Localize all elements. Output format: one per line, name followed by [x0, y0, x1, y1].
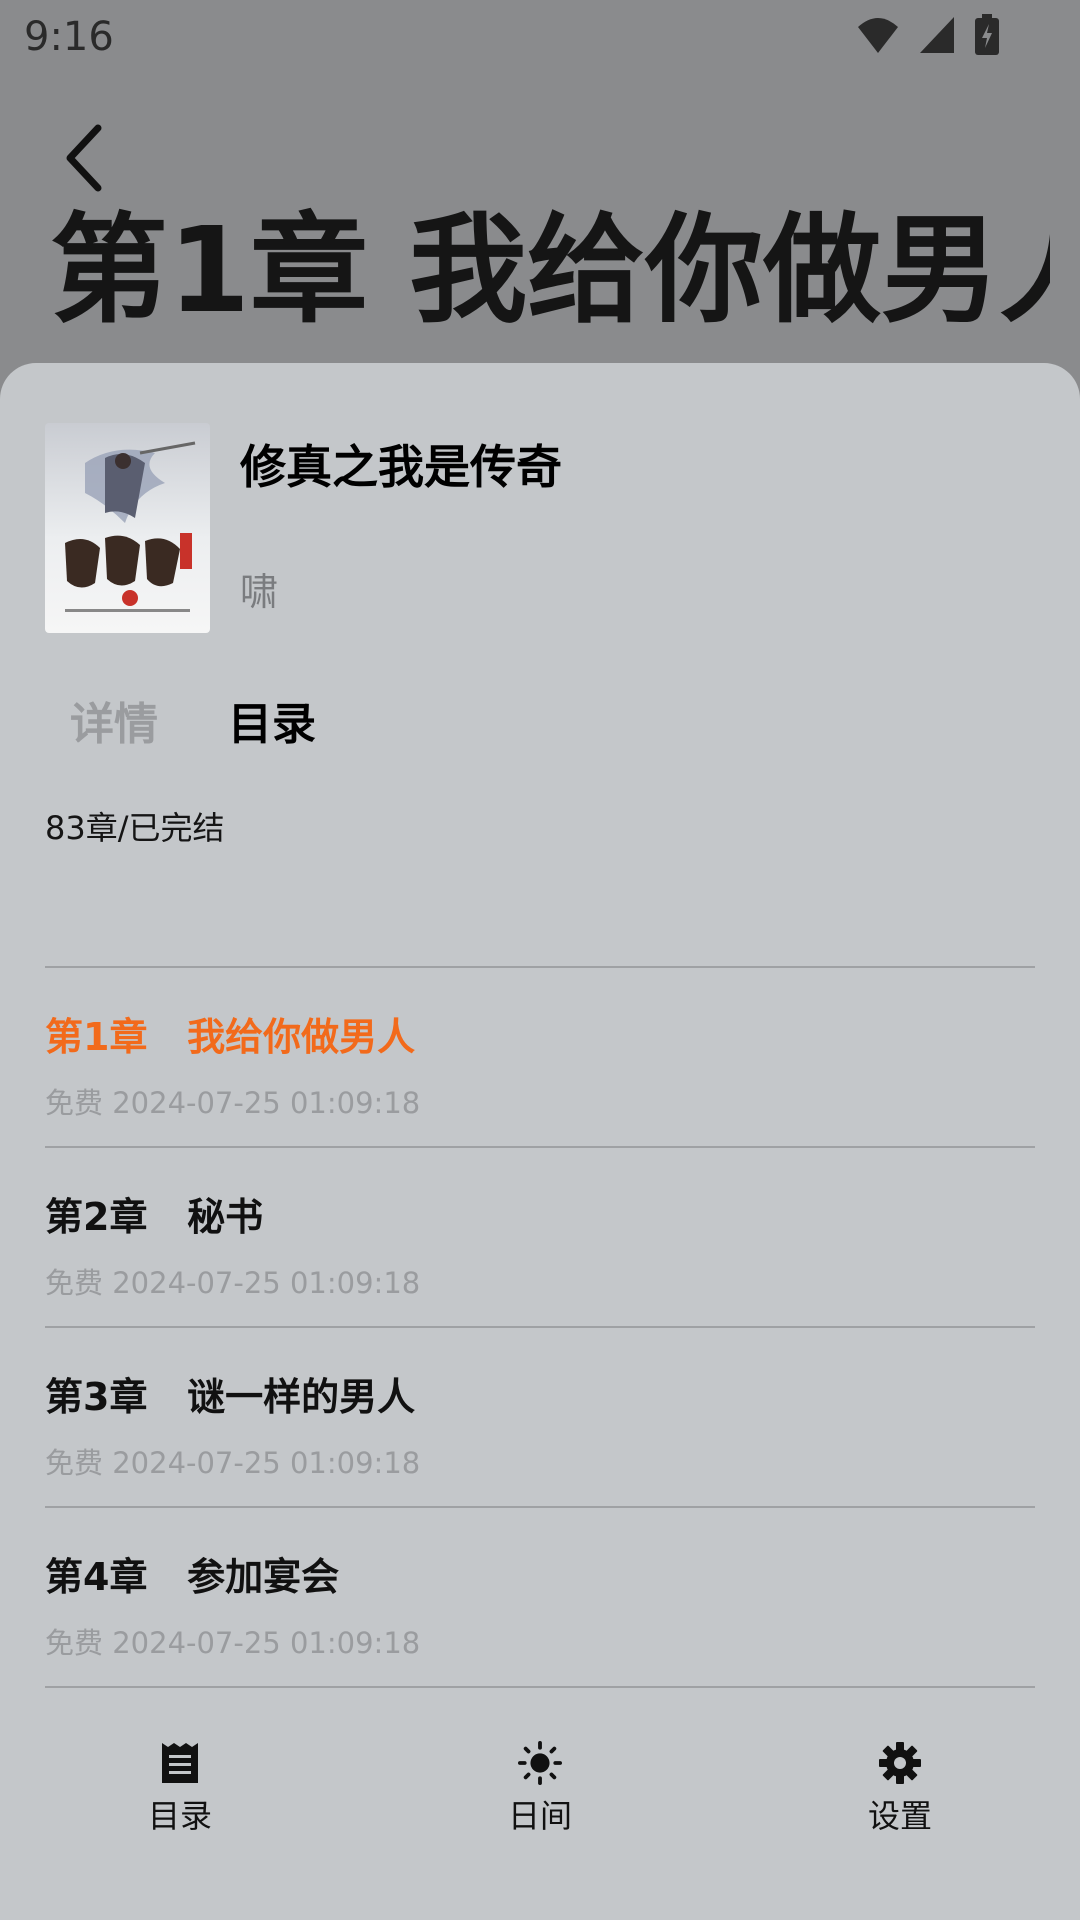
tab-toc[interactable]: 目录	[228, 688, 316, 752]
back-arrow-icon[interactable]	[56, 118, 116, 198]
gear-icon	[879, 1742, 921, 1784]
chapter-title: 第4章 参加宴会	[45, 1555, 340, 1599]
chapter-item[interactable]: 第2章 秘书 免费 2024-07-25 01:09:18	[45, 1146, 1035, 1326]
nav-toc-button[interactable]: 目录	[80, 1741, 280, 1837]
chapter-meta: 免费 2024-07-25 01:09:18	[45, 1086, 421, 1120]
chapter-item[interactable]: 第3章 谜一样的男人 免费 2024-07-25 01:09:18	[45, 1326, 1035, 1506]
bottom-nav: 目录 日间 设置	[0, 1741, 1080, 1861]
chapter-count: 83章/已完结	[45, 809, 225, 847]
book-title: 修真之我是传奇	[240, 440, 562, 494]
book-author: 啸	[240, 570, 279, 614]
chapter-list: 第1章 我给你做男人 免费 2024-07-25 01:09:18 第2章 秘书…	[45, 966, 1035, 1688]
chapter-meta: 免费 2024-07-25 01:09:18	[45, 1266, 421, 1300]
status-icons	[856, 14, 1000, 56]
toc-icon	[162, 1743, 198, 1783]
wifi-icon	[858, 18, 898, 53]
sheet-tabs: 详情 目录	[70, 688, 316, 752]
cell-signal-icon	[920, 17, 954, 53]
chapter-meta: 免费 2024-07-25 01:09:18	[45, 1446, 421, 1480]
nav-settings-button[interactable]: 设置	[800, 1741, 1000, 1837]
nav-daymode-label: 日间	[507, 1797, 572, 1835]
chapter-item[interactable]: 第1章 我给你做男人 免费 2024-07-25 01:09:18	[45, 966, 1035, 1146]
chapter-meta: 免费 2024-07-25 01:09:18	[45, 1626, 421, 1660]
chapter-title: 第1章 我给你做男人	[45, 1015, 416, 1059]
book-cover-image	[45, 423, 210, 633]
nav-daymode-button[interactable]: 日间	[440, 1741, 640, 1837]
chapter-sheet: 修真之我是传奇 啸 详情 目录 83章/已完结 第1章 我给你做男人 免费 20…	[0, 363, 1080, 1920]
tab-details[interactable]: 详情	[70, 688, 158, 752]
chapter-title: 第3章 谜一样的男人	[45, 1375, 416, 1419]
chapter-item[interactable]: 第4章 参加宴会 免费 2024-07-25 01:09:18	[45, 1506, 1035, 1688]
status-bar: 9:16	[0, 0, 1080, 72]
sun-icon	[518, 1741, 562, 1785]
chapter-title: 第2章 秘书	[45, 1195, 264, 1239]
nav-toc-label: 目录	[147, 1797, 212, 1835]
status-time: 9:16	[24, 14, 114, 60]
nav-settings-label: 设置	[867, 1797, 932, 1835]
battery-charging-icon	[975, 14, 999, 55]
reader-chapter-heading: 第1章 我给你做男人	[50, 205, 1050, 339]
